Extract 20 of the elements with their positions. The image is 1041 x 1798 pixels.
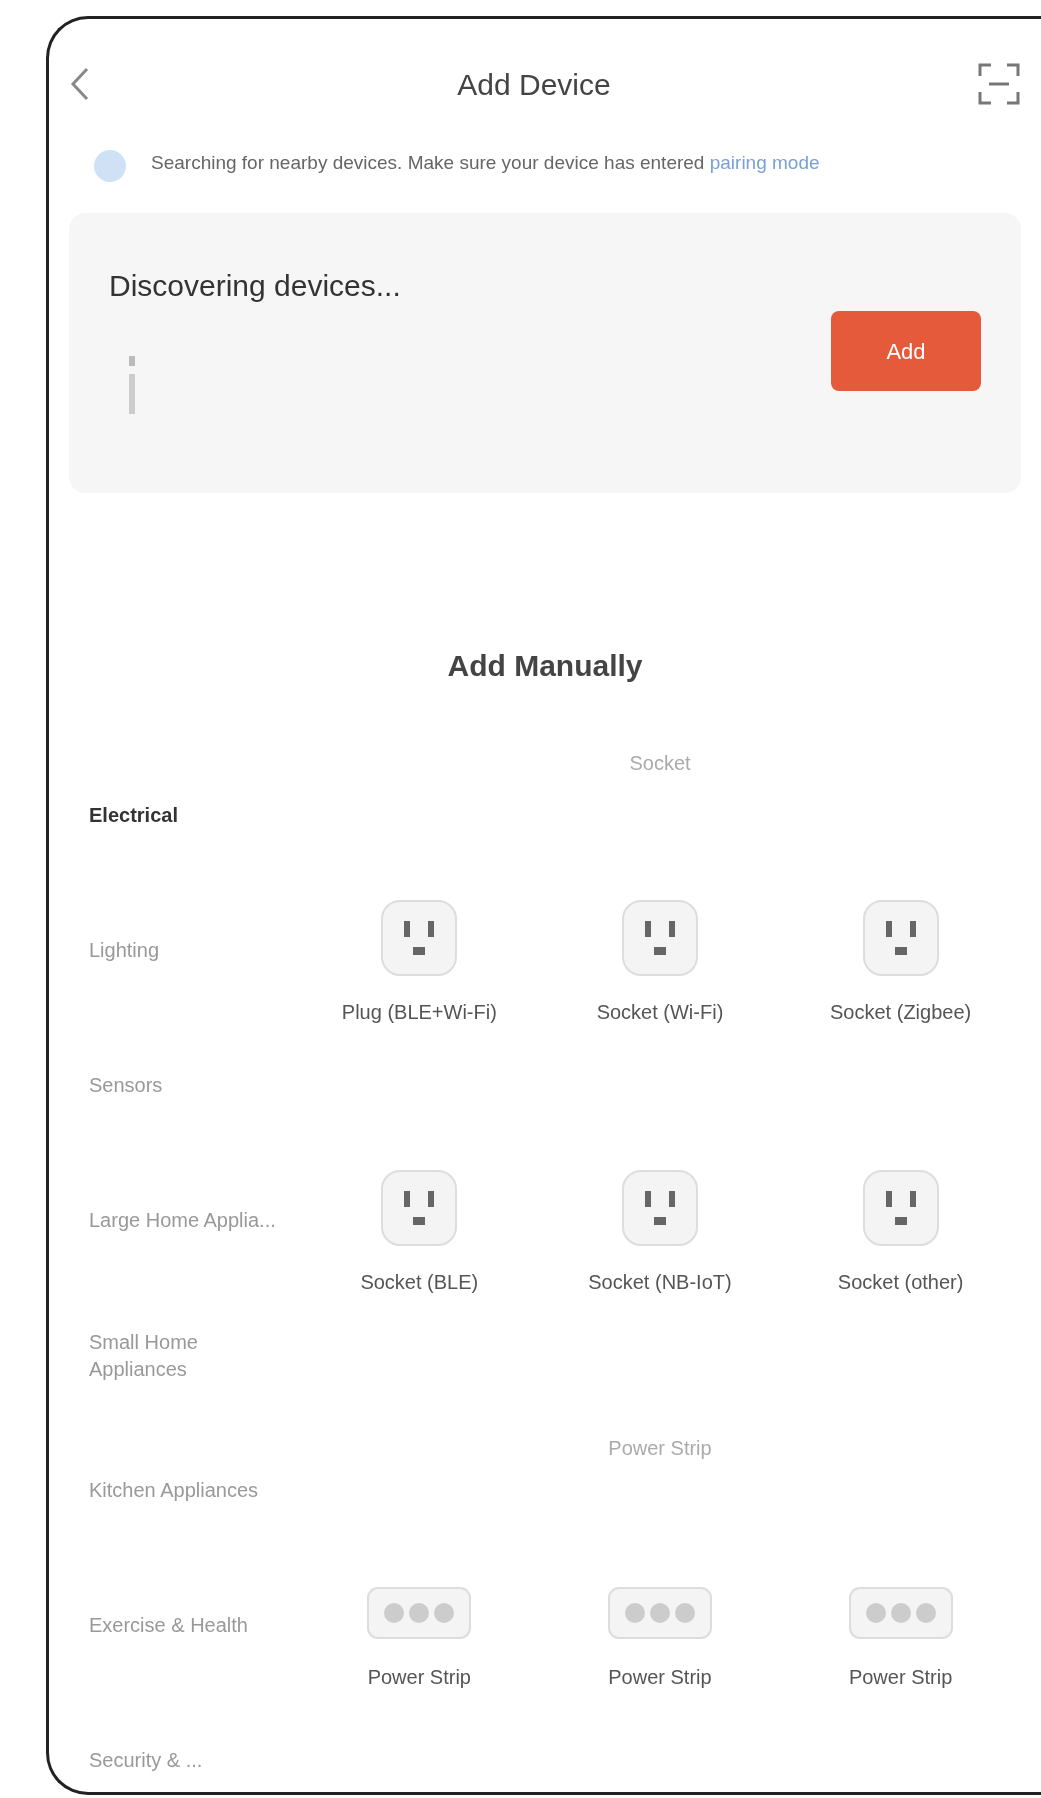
add-button[interactable]: Add — [831, 311, 981, 391]
category-item[interactable]: Electrical — [69, 748, 299, 883]
scan-button[interactable] — [977, 62, 1021, 106]
device-type-item[interactable]: Socket (Wi-Fi) — [539, 997, 781, 1027]
device-type-item[interactable]: Socket (NB-IoT) — [539, 1267, 781, 1297]
device-type-item[interactable]: Power Strip — [539, 1662, 781, 1692]
device-type-item[interactable]: Socket (Zigbee) — [780, 997, 1021, 1027]
group-title: Socket — [628, 751, 692, 776]
notice-text: Searching for nearby devices. Make sure your device has entered pairing mode — [151, 151, 820, 175]
device-type-item[interactable]: Socket (other) — [780, 1267, 1021, 1297]
back-button[interactable] — [69, 66, 91, 102]
group-title: Power Strip — [607, 1436, 713, 1461]
bluetooth-scan-icon — [93, 149, 127, 183]
device-type-item[interactable]: Socket (BLE) — [299, 1267, 540, 1297]
device-type-item[interactable]: Plug (BLE+Wi-Fi) — [299, 997, 540, 1027]
device-type-item[interactable]: Power Strip — [299, 1662, 540, 1692]
discovery-title: Discovering devices... — [109, 268, 401, 304]
device-type-item[interactable]: Power Strip — [780, 1662, 1021, 1692]
section-title: Add Manually — [446, 648, 644, 684]
page-title: Add Device — [457, 66, 611, 103]
